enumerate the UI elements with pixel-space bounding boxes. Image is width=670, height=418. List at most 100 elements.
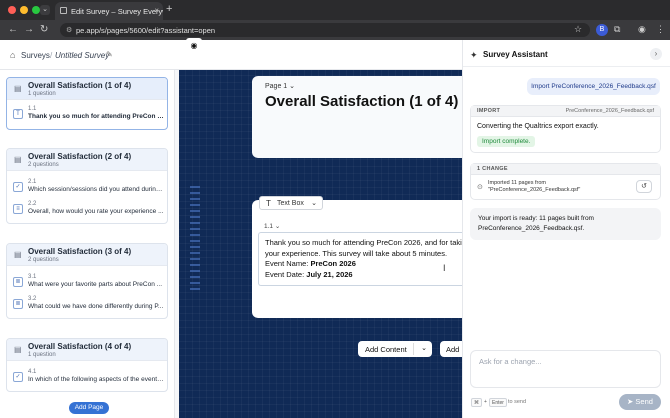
tab-search-icon[interactable]: ⌄	[40, 5, 50, 15]
page-question-count: 2 questions	[28, 257, 59, 263]
send-button[interactable]: ➤ Send	[619, 394, 661, 410]
scroll-marker	[190, 204, 200, 206]
survey-assistant-panel: ✦ Survey Assistant › Import PreConferenc…	[462, 40, 670, 418]
question-type-dropdown[interactable]: T Text Box ⌄	[259, 196, 323, 210]
change-description: Imported 11 pages from "PreConference_20…	[488, 180, 618, 194]
bookmark-star-icon[interactable]: ☆	[574, 24, 582, 35]
page-card-title: Overall Satisfaction (3 of 4)	[28, 247, 132, 256]
breadcrumb-separator: /	[50, 51, 53, 60]
import-message: Converting the Qualtrics export exactly.	[477, 123, 599, 130]
import-status-badge: Import complete.	[477, 136, 536, 147]
question-text: What were your favorite parts about PreC…	[28, 281, 163, 288]
scroll-marker	[190, 186, 200, 188]
site-info-icon[interactable]: ⚙	[66, 26, 72, 34]
home-icon[interactable]: ⌂	[10, 50, 15, 60]
plus-key-hint: +	[484, 399, 487, 405]
add-content-button[interactable]: Add Content ⌄	[358, 341, 432, 357]
question-row[interactable]: ≣ 3.1 What were your favorite parts abou…	[7, 272, 167, 292]
checkbox-question-icon: ✓	[13, 182, 23, 192]
page-icon: ▤	[14, 155, 22, 164]
scroll-marker	[190, 276, 200, 278]
question-text-editor[interactable]: Thank you so much for attending PreCon 2…	[258, 232, 462, 286]
extension-icon[interactable]: B	[596, 24, 608, 36]
page-card-1[interactable]: ▤ Overall Satisfaction (1 of 4) 1 questi…	[6, 77, 168, 130]
browser-tab-bar: ⌄ Edit Survey – Survey Everywh × +	[0, 0, 670, 20]
profile-icon[interactable]: ◉	[638, 24, 646, 35]
page-card-title: Overall Satisfaction (4 of 4)	[28, 342, 132, 351]
user-message: Import PreConference_2026_Feedback.qsf	[527, 78, 660, 95]
send-label: Send	[635, 397, 653, 406]
browser-tab[interactable]: Edit Survey – Survey Everywh ×	[55, 2, 163, 20]
page-question-count: 1 question	[28, 352, 56, 358]
address-bar-row: ← → ↻ ⚙ pe.app/s/pages/5600/edit?assista…	[0, 20, 670, 40]
page-card-2[interactable]: ▤ Overall Satisfaction (2 of 4) 2 questi…	[6, 148, 168, 224]
edit-name-icon[interactable]: ✎	[106, 50, 113, 59]
url-text: pe.app/s/pages/5600/edit?assistant=open	[76, 26, 216, 35]
change-item-icon: ⊙	[477, 184, 483, 191]
undo-change-icon[interactable]: ↺	[636, 180, 652, 193]
change-line: Imported 11 pages from	[488, 180, 546, 186]
page-favicon-icon	[60, 7, 67, 14]
text-cursor-icon: I	[443, 263, 446, 273]
chevron-down-icon: ⌄	[311, 200, 317, 207]
add-content-label: Add Content	[365, 345, 407, 354]
chat-input-placeholder: Ask for a change...	[479, 357, 542, 366]
scroll-marker	[190, 264, 200, 266]
maximize-window-button[interactable]	[32, 6, 40, 14]
close-window-button[interactable]	[8, 6, 16, 14]
minimize-window-button[interactable]	[20, 6, 28, 14]
new-tab-icon[interactable]: +	[166, 3, 172, 15]
reload-icon[interactable]: ↻	[40, 24, 48, 35]
page-title[interactable]: Overall Satisfaction (1 of 4)	[265, 93, 458, 110]
browser-menu-icon[interactable]: ⋮	[656, 24, 665, 35]
editor-header: ⌂ Surveys / Untitled Survey ✎	[0, 40, 462, 70]
preview-icon[interactable]: ◉	[186, 38, 202, 54]
extensions-puzzle-icon[interactable]: ⧉	[614, 24, 620, 35]
question-number-selector[interactable]: 1.1 ⌄	[264, 222, 280, 230]
survey-name[interactable]: Untitled Survey	[55, 51, 109, 60]
page-card-title: Overall Satisfaction (2 of 4)	[28, 152, 132, 161]
scroll-marker	[190, 234, 200, 236]
page-icon: ▤	[14, 84, 22, 93]
question-row[interactable]: ≡ 2.2 Overall, how would you rate your e…	[7, 199, 167, 219]
assistant-title: Survey Assistant	[483, 50, 548, 59]
page-icon: ▤	[14, 250, 22, 259]
tab-title: Edit Survey – Survey Everywh	[71, 7, 163, 16]
add-page-button[interactable]: Add Page	[69, 402, 109, 414]
forward-icon[interactable]: →	[24, 24, 34, 35]
change-count-label: 1 CHANGE	[477, 166, 508, 172]
scroll-marker	[190, 198, 200, 200]
change-summary-card: 1 CHANGE ⊙ Imported 11 pages from "PreCo…	[470, 163, 661, 200]
question-text: Thank you so much for attending PreCon 2…	[28, 113, 164, 120]
question-number: 2.2	[28, 201, 37, 207]
rating-question-icon: ≡	[13, 204, 23, 214]
question-text: Overall, how would you rate your experie…	[28, 208, 164, 215]
question-row[interactable]: ✓ 4.1 In which of the following aspects …	[7, 367, 167, 387]
assistant-sparkle-icon: ✦	[470, 50, 478, 60]
text-question-icon: T	[13, 109, 23, 119]
collapse-panel-icon[interactable]: ›	[650, 48, 662, 60]
question-text: What could we have done differently duri…	[28, 303, 164, 310]
page-selector[interactable]: Page 1 ⌄	[265, 82, 295, 90]
question-row[interactable]: ≣ 3.2 What could we have done differentl…	[7, 294, 167, 314]
text-type-icon: T	[266, 199, 271, 208]
scroll-marker	[190, 192, 200, 194]
scroll-marker	[190, 252, 200, 254]
page-card-4[interactable]: ▤ Overall Satisfaction (4 of 4) 1 questi…	[6, 338, 168, 392]
assistant-chat-input[interactable]: Ask for a change...	[470, 350, 661, 388]
page-card-3[interactable]: ▤ Overall Satisfaction (3 of 4) 2 questi…	[6, 243, 168, 319]
checkbox-question-icon: ✓	[13, 372, 23, 382]
send-shortcut-hint: to send	[508, 399, 527, 405]
breadcrumb-surveys[interactable]: Surveys	[21, 51, 50, 60]
chevron-down-icon[interactable]: ⌄	[421, 344, 427, 352]
scroll-marker	[190, 240, 200, 242]
question-row[interactable]: ✓ 2.1 Which session/sessions did you att…	[7, 177, 167, 197]
event-date-label: Event Date:	[265, 269, 305, 279]
url-field[interactable]: ⚙ pe.app/s/pages/5600/edit?assistant=ope…	[60, 23, 590, 37]
back-icon[interactable]: ←	[8, 24, 18, 35]
page-card-header: ▤ Overall Satisfaction (1 of 4) 1 questi…	[7, 78, 167, 100]
question-row[interactable]: T 1.1 Thank you so much for attending Pr…	[7, 104, 167, 124]
chevron-down-icon: ⌄	[274, 223, 281, 230]
divider	[463, 66, 670, 67]
close-tab-icon[interactable]: ×	[154, 6, 159, 15]
